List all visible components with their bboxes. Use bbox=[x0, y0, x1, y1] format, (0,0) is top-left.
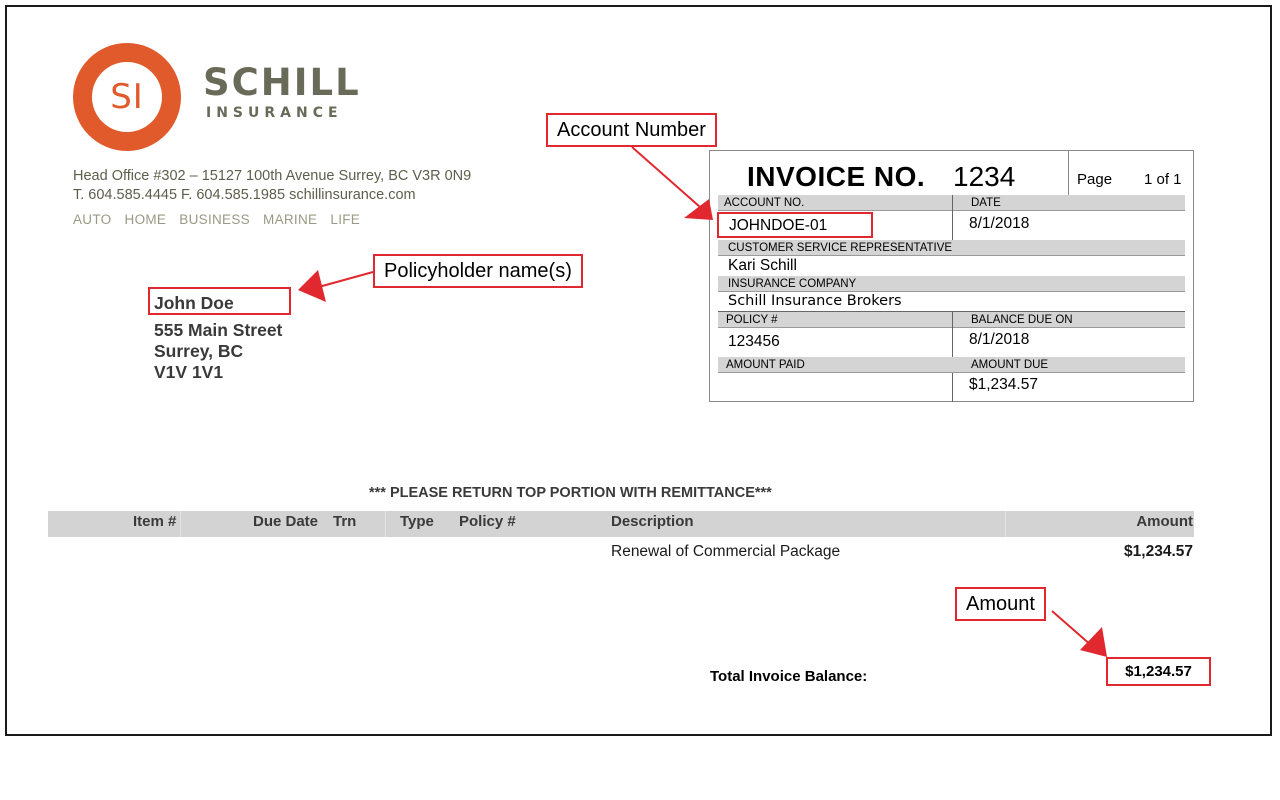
line-item-amount: $1,234.57 bbox=[1124, 543, 1193, 560]
logo-initials: SI bbox=[92, 62, 162, 132]
phone-fax-web: T. 604.585.4445 F. 604.585.1985 schillin… bbox=[73, 187, 416, 203]
col-policy: Policy # bbox=[459, 513, 516, 530]
policyholder-highlight bbox=[148, 287, 291, 315]
col-amount: Amount bbox=[1136, 513, 1193, 530]
invoice-title: INVOICE NO. bbox=[747, 161, 926, 192]
divider bbox=[952, 195, 953, 240]
company-contact: Head Office #302 – 15127 100th Avenue Su… bbox=[73, 167, 471, 205]
col-description: Description bbox=[611, 513, 694, 530]
amount-callout: Amount bbox=[955, 587, 1046, 621]
amount-due-value: $1,234.57 bbox=[969, 376, 1038, 393]
line-item-description: Renewal of Commercial Package bbox=[611, 543, 841, 560]
policyholder-callout: Policyholder name(s) bbox=[373, 254, 583, 288]
divider bbox=[180, 511, 181, 537]
csr-value: Kari Schill bbox=[728, 257, 797, 274]
invoice-details-box: INVOICE NO. 1234 Page 1 of 1 ACCOUNT NO.… bbox=[709, 150, 1194, 402]
account-number-highlight bbox=[717, 212, 873, 238]
insurance-company-label: INSURANCE COMPANY bbox=[728, 278, 857, 290]
divider bbox=[1068, 151, 1069, 195]
col-due-date: Due Date bbox=[253, 513, 319, 530]
line-business: BUSINESS bbox=[179, 212, 250, 227]
total-value: $1,234.57 bbox=[1106, 657, 1211, 686]
line-items-header: Item # Due Date Trn Type Policy # Descri… bbox=[48, 511, 1194, 537]
col-type: Type bbox=[400, 513, 434, 530]
account-number-callout: Account Number bbox=[546, 113, 717, 147]
line-auto: AUTO bbox=[73, 212, 112, 227]
line-home: HOME bbox=[124, 212, 167, 227]
page-value: 1 of 1 bbox=[1144, 171, 1182, 188]
lines-of-business: AUTO HOME BUSINESS MARINE LIFE bbox=[73, 212, 369, 227]
divider bbox=[1005, 511, 1006, 537]
amount-header: AMOUNT PAID AMOUNT DUE bbox=[718, 357, 1185, 373]
invoice-number: 1234 bbox=[953, 161, 1016, 192]
remittance-note: *** PLEASE RETURN TOP PORTION WITH REMIT… bbox=[369, 485, 772, 501]
policyholder-street: 555 Main Street bbox=[154, 320, 283, 340]
company-header: INSURANCE COMPANY bbox=[718, 276, 1185, 292]
page-label: Page bbox=[1077, 171, 1113, 188]
head-office-address: Head Office #302 – 15127 100th Avenue Su… bbox=[73, 168, 472, 184]
company-name: SCHILL bbox=[203, 61, 361, 104]
account-no-label: ACCOUNT NO. bbox=[724, 197, 805, 209]
divider bbox=[385, 511, 386, 537]
policyholder-city: Surrey, BC bbox=[154, 341, 244, 361]
line-marine: MARINE bbox=[263, 212, 318, 227]
date-label: DATE bbox=[971, 197, 1001, 209]
company-logo: SI bbox=[73, 43, 181, 151]
insurance-company-value: Schill Insurance Brokers bbox=[728, 293, 902, 309]
policy-label: POLICY # bbox=[726, 314, 778, 326]
policyholder-postal: V1V 1V1 bbox=[154, 362, 224, 382]
amount-due-label: AMOUNT DUE bbox=[971, 359, 1049, 371]
policy-value: 123456 bbox=[728, 333, 780, 350]
total-label: Total Invoice Balance: bbox=[710, 668, 868, 685]
company-subtitle: INSURANCE bbox=[206, 105, 343, 121]
csr-label: CUSTOMER SERVICE REPRESENTATIVE bbox=[728, 242, 953, 254]
csr-header: CUSTOMER SERVICE REPRESENTATIVE bbox=[718, 240, 1185, 256]
amount-paid-label: AMOUNT PAID bbox=[726, 359, 805, 371]
line-life: LIFE bbox=[330, 212, 361, 227]
date-value: 8/1/2018 bbox=[969, 215, 1030, 232]
balance-due-on-value: 8/1/2018 bbox=[969, 331, 1030, 348]
col-trn: Trn bbox=[333, 513, 357, 530]
balance-due-on-label: BALANCE DUE ON bbox=[971, 314, 1073, 326]
col-item: Item # bbox=[133, 513, 177, 530]
